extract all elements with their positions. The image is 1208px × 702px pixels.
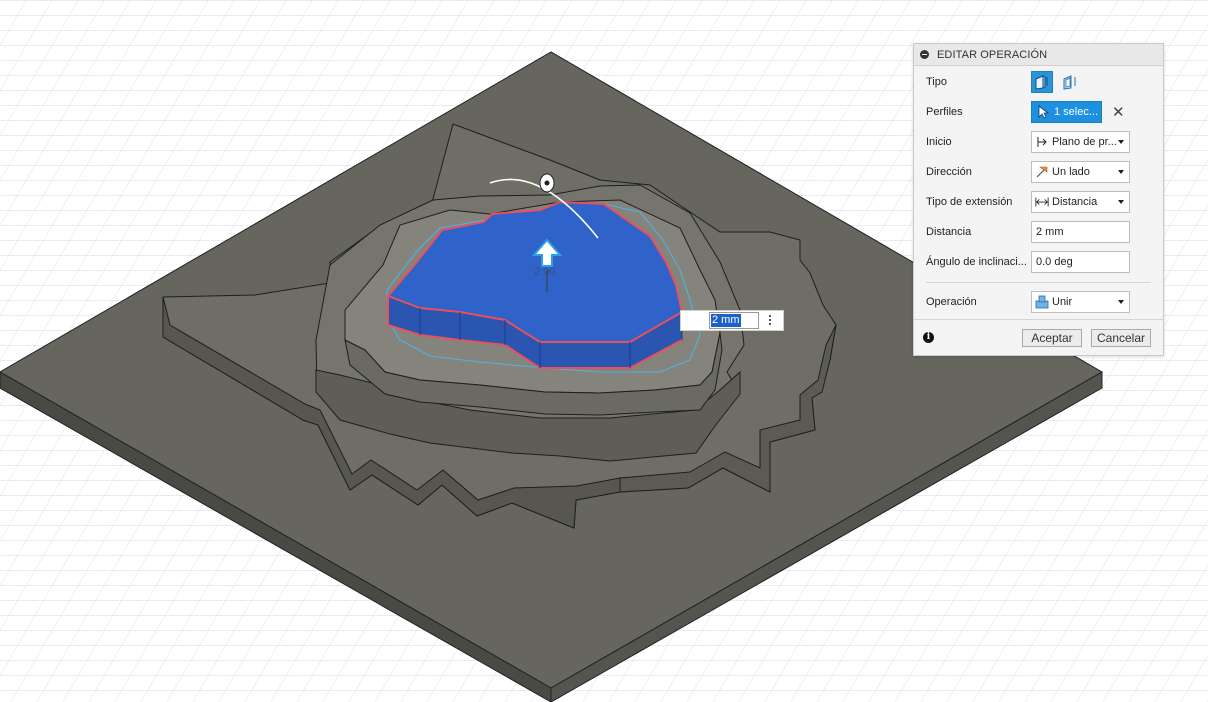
taper-angle-label: Ángulo de inclinaci... — [926, 256, 1027, 268]
thin-extrude-button[interactable] — [1059, 71, 1081, 93]
profiles-label: Perfiles — [926, 106, 963, 118]
thin-extrude-icon — [1063, 75, 1076, 90]
distance-value: 2 mm — [1036, 226, 1064, 238]
type-label: Tipo — [926, 76, 947, 88]
chevron-down-icon — [1118, 170, 1124, 174]
distance-extent-icon — [1035, 195, 1049, 209]
start-dropdown[interactable]: Plano de pr... — [1031, 131, 1130, 153]
join-icon — [1035, 295, 1049, 309]
dimension-label: 2.00 — [534, 266, 555, 278]
profiles-select-button[interactable]: 1 selec... — [1031, 101, 1102, 123]
distance-label: Distancia — [926, 226, 972, 238]
divider — [926, 282, 1151, 283]
direction-label: Dirección — [926, 166, 972, 178]
more-options-icon[interactable] — [769, 313, 773, 327]
row-distance: Distancia 2 mm — [914, 220, 1163, 244]
minus-circle-icon[interactable] — [920, 50, 929, 59]
row-type: Tipo — [914, 70, 1163, 94]
row-taper-angle: Ángulo de inclinaci... 0.0 deg — [914, 250, 1163, 274]
operation-dropdown[interactable]: Unir — [1031, 291, 1130, 313]
direction-value: Un lado — [1052, 166, 1090, 178]
info-icon[interactable]: i — [923, 332, 934, 343]
direction-dropdown[interactable]: Un lado — [1031, 161, 1130, 183]
chevron-down-icon — [1118, 300, 1124, 304]
taper-angle-field[interactable]: 0.0 deg — [1031, 251, 1130, 273]
profile-plane-icon — [1035, 135, 1049, 149]
distance-float-input[interactable]: 2 mm — [680, 310, 784, 331]
row-start: Inicio Plano de pr... — [914, 130, 1163, 154]
operation-value: Unir — [1052, 296, 1073, 308]
solid-extrude-button[interactable] — [1031, 71, 1053, 93]
row-direction: Dirección Un lado — [914, 160, 1163, 184]
extent-type-label: Tipo de extensión — [926, 196, 1013, 208]
clear-selection-icon[interactable]: ✕ — [1112, 105, 1125, 120]
accept-button[interactable]: Aceptar — [1022, 329, 1082, 347]
panel-footer: i Aceptar Cancelar — [914, 319, 1163, 354]
extent-type-value: Distancia — [1052, 196, 1098, 208]
start-value: Plano de pr... — [1052, 136, 1117, 148]
distance-field[interactable]: 2 mm — [1031, 221, 1130, 243]
edit-operation-panel: EDITAR OPERACIÓN Tipo Perfiles 1 selec..… — [913, 43, 1164, 356]
operation-label: Operación — [926, 296, 977, 308]
row-operation: Operación Unir — [914, 290, 1163, 314]
cursor-arrow-icon — [1038, 105, 1050, 119]
panel-title: EDITAR OPERACIÓN — [937, 48, 1048, 61]
taper-angle-value: 0.0 deg — [1036, 256, 1073, 268]
profiles-value: 1 selec... — [1054, 106, 1099, 118]
chevron-down-icon — [1118, 200, 1124, 204]
cancel-button[interactable]: Cancelar — [1091, 329, 1151, 347]
row-extent-type: Tipo de extensión Distancia — [914, 190, 1163, 214]
extent-type-dropdown[interactable]: Distancia — [1031, 191, 1130, 213]
solid-extrude-icon — [1035, 75, 1048, 90]
panel-header: EDITAR OPERACIÓN — [914, 44, 1163, 66]
chevron-down-icon — [1118, 140, 1124, 144]
one-side-icon — [1035, 165, 1049, 179]
float-input-value[interactable]: 2 mm — [711, 314, 741, 327]
start-label: Inicio — [926, 136, 952, 148]
row-profiles: Perfiles 1 selec... ✕ — [914, 100, 1163, 124]
